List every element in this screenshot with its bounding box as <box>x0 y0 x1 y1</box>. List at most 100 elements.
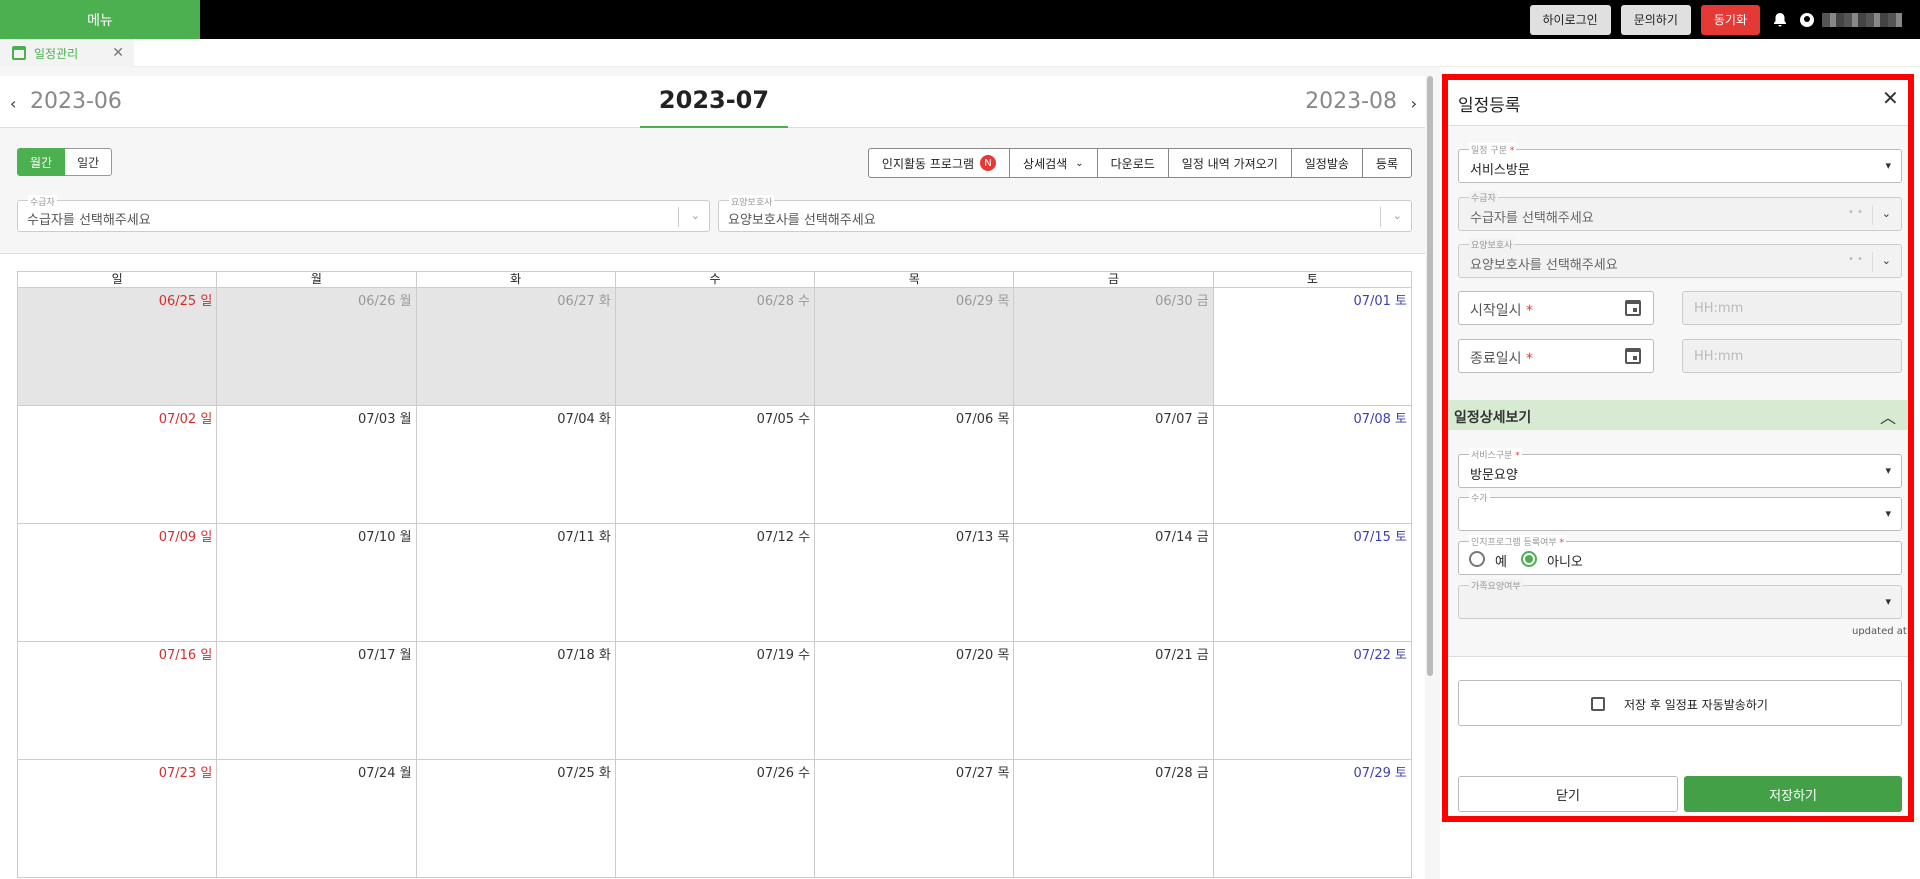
import-schedule-button[interactable]: 일정 내역 가져오기 <box>1169 149 1292 177</box>
auto-send-option[interactable]: 저장 후 일정표 자동발송하기 <box>1458 680 1902 726</box>
end-time-input[interactable]: HH:mm <box>1682 339 1902 373</box>
calendar-day-cell[interactable]: 07/14 금 <box>1013 524 1213 642</box>
start-time-input[interactable]: HH:mm <box>1682 291 1902 325</box>
divider <box>678 207 679 227</box>
caret-down-icon: ▾ <box>1885 507 1891 520</box>
caregiver-filter-select[interactable]: 요양보호사 요양보호사를 선택해주세요 ⌄ <box>718 195 1412 232</box>
calendar-day-cell[interactable]: 07/07 금 <box>1013 406 1213 524</box>
calendar-day-cell[interactable]: 07/10 월 <box>216 524 416 642</box>
schedule-type-value: 서비스방문 <box>1470 163 1530 178</box>
calendar-day-cell[interactable]: 07/26 수 <box>614 760 815 878</box>
calendar-day-cell[interactable]: 07/01 토 <box>1212 288 1412 406</box>
calendar-day-cell[interactable]: 06/29 목 <box>814 288 1014 406</box>
sync-button[interactable]: 동기화 <box>1700 4 1760 35</box>
calendar-icon <box>12 46 26 60</box>
calendar-day-cell[interactable]: 06/28 수 <box>614 288 815 406</box>
chevron-up-icon[interactable]: ︿ <box>1880 404 1896 428</box>
detail-search-button[interactable]: 상세검색 ⌄ <box>1010 149 1098 177</box>
calendar-day-cell[interactable]: 06/30 금 <box>1013 288 1213 406</box>
family-care-select[interactable]: 가족요양여부 ▾ <box>1458 579 1902 619</box>
calendar-day-cell[interactable]: 07/24 월 <box>216 760 416 878</box>
hilogin-button[interactable]: 하이로그인 <box>1529 4 1611 35</box>
calendar-day-cell[interactable]: 07/17 월 <box>216 642 416 760</box>
calendar-day-cell[interactable]: 07/20 목 <box>814 642 1014 760</box>
calendar-day-cell[interactable]: 07/22 토 <box>1212 642 1412 760</box>
menu-button[interactable]: 메뉴 <box>0 0 200 39</box>
download-button[interactable]: 다운로드 <box>1098 149 1169 177</box>
start-date-input[interactable]: 시작일시 * <box>1458 291 1654 325</box>
panel-recipient-select[interactable]: 수급자 수급자를 선택해주세요 • • ⌄ <box>1458 191 1902 231</box>
schedule-detail-section-header[interactable]: 일정상세보기 ︿ <box>1448 400 1908 430</box>
calendar-day-cell[interactable]: 07/28 금 <box>1013 760 1213 878</box>
radio-yes[interactable] <box>1469 551 1485 567</box>
close-icon[interactable]: ✕ <box>1882 86 1899 110</box>
bell-icon[interactable] <box>1770 10 1790 30</box>
radio-yes-label: 예 <box>1495 555 1507 570</box>
calendar-day-cell[interactable]: 07/18 화 <box>415 642 615 760</box>
calendar-day-cell[interactable]: 07/19 수 <box>614 642 815 760</box>
calendar-day-label: 06/30 금 <box>1155 294 1209 309</box>
calendar-day-cell[interactable]: 06/25 일 <box>17 288 217 406</box>
calendar-day-cell[interactable]: 07/16 일 <box>17 642 217 760</box>
scrollbar[interactable] <box>1427 76 1433 676</box>
recipient-filter-select[interactable]: 수급자 수급자를 선택해주세요 ⌄ <box>17 195 710 232</box>
calendar-day-cell[interactable]: 07/21 금 <box>1013 642 1213 760</box>
chevron-right-icon[interactable]: › <box>1411 94 1417 113</box>
calendar-day-label: 07/20 목 <box>955 648 1010 663</box>
calendar-day-cell[interactable]: 07/25 화 <box>415 760 615 878</box>
weekday-label: 목 <box>814 271 1014 288</box>
calendar-day-cell[interactable]: 06/26 월 <box>216 288 416 406</box>
auto-send-checkbox[interactable] <box>1591 697 1605 711</box>
service-type-select[interactable]: 서비스구분 * 방문요양 ▾ <box>1458 448 1902 488</box>
register-button[interactable]: 등록 <box>1363 149 1411 177</box>
inquiry-button[interactable]: 문의하기 <box>1620 4 1691 35</box>
weekday-label: 일 <box>17 271 217 288</box>
save-button[interactable]: 저장하기 <box>1684 776 1902 812</box>
user-menu[interactable] <box>1800 12 1902 27</box>
chevron-down-icon: ⌄ <box>1392 209 1402 222</box>
calendar-day-cell[interactable]: 07/15 토 <box>1212 524 1412 642</box>
clear-icon[interactable]: • • <box>1848 254 1863 265</box>
calendar-day-cell[interactable]: 07/11 화 <box>415 524 615 642</box>
calendar-day-cell[interactable]: 07/09 일 <box>17 524 217 642</box>
prev-month-link[interactable]: 2023-06 <box>30 89 122 114</box>
end-date-input[interactable]: 종료일시 * <box>1458 339 1654 373</box>
close-button[interactable]: 닫기 <box>1458 776 1678 812</box>
monthly-view-button[interactable]: 월간 <box>17 148 66 176</box>
calendar-day-cell[interactable]: 06/27 화 <box>415 288 615 406</box>
caret-down-icon: ▾ <box>1885 595 1891 608</box>
calendar-day-cell[interactable]: 07/12 수 <box>614 524 815 642</box>
calendar-icon[interactable] <box>1625 348 1641 364</box>
panel-caregiver-select[interactable]: 요양보호사 요양보호사를 선택해주세요 • • ⌄ <box>1458 238 1902 278</box>
chevron-down-icon: ⌄ <box>1075 157 1084 169</box>
calendar-day-cell[interactable]: 07/06 목 <box>814 406 1014 524</box>
calendar-day-cell[interactable]: 07/27 목 <box>814 760 1014 878</box>
tab-label: 일정관리 <box>34 46 79 61</box>
clear-icon[interactable]: • • <box>1848 207 1863 218</box>
chevron-left-icon[interactable]: ‹ <box>10 94 16 113</box>
updated-at-text: updated at <box>1852 626 1907 637</box>
calendar-day-cell[interactable]: 07/02 일 <box>17 406 217 524</box>
calendar-day-cell[interactable]: 07/29 토 <box>1212 760 1412 878</box>
calendar-day-cell[interactable]: 07/13 목 <box>814 524 1014 642</box>
radio-no[interactable] <box>1521 551 1537 567</box>
close-icon[interactable]: ✕ <box>112 45 124 61</box>
calendar-icon[interactable] <box>1625 300 1641 316</box>
calendar-day-cell[interactable]: 07/04 화 <box>415 406 615 524</box>
calendar-day-cell[interactable]: 07/05 수 <box>614 406 815 524</box>
calendar-day-cell[interactable]: 07/08 토 <box>1212 406 1412 524</box>
calendar-day-label: 07/25 화 <box>557 766 611 781</box>
tab-schedule[interactable]: 일정관리 ✕ <box>0 39 134 67</box>
caret-down-icon: ▾ <box>1885 464 1891 477</box>
fee-select[interactable]: 수가 ▾ <box>1458 491 1902 531</box>
daily-view-button[interactable]: 일간 <box>65 148 113 176</box>
calendar-day-label: 07/09 일 <box>158 530 213 545</box>
next-month-link[interactable]: 2023-08 <box>1305 89 1397 114</box>
schedule-type-select[interactable]: 일정 구분 * 서비스방문 ▾ <box>1458 143 1902 183</box>
cognitive-program-label: 인지활동 프로그램 <box>881 156 975 171</box>
send-schedule-button[interactable]: 일정발송 <box>1292 149 1363 177</box>
start-time-placeholder: HH:mm <box>1694 301 1744 316</box>
cognitive-program-button[interactable]: 인지활동 프로그램 N <box>869 149 1011 177</box>
calendar-day-cell[interactable]: 07/03 월 <box>216 406 416 524</box>
calendar-day-cell[interactable]: 07/23 일 <box>17 760 217 878</box>
